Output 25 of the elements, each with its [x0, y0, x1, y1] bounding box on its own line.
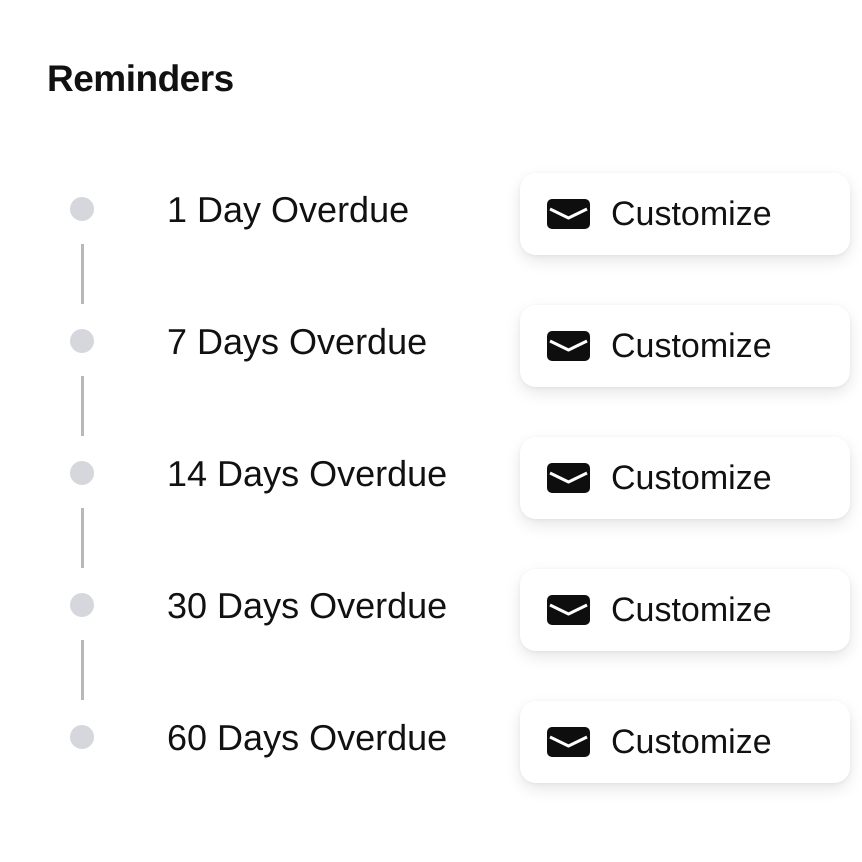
reminder-label: 7 Days Overdue	[166, 320, 428, 364]
timeline-connector	[80, 244, 84, 304]
customize-button[interactable]: Customize	[520, 305, 850, 387]
envelope-icon	[547, 331, 590, 361]
customize-button[interactable]: Customize	[520, 437, 850, 519]
reminder-label: 1 Day Overdue	[166, 188, 410, 232]
reminder-label: 60 Days Overdue	[166, 716, 448, 760]
timeline-dot	[70, 725, 94, 749]
reminder-label: 14 Days Overdue	[166, 452, 448, 496]
envelope-icon	[547, 727, 590, 757]
timeline-connector	[80, 508, 84, 568]
reminder-label: 30 Days Overdue	[166, 584, 448, 628]
timeline-dot	[70, 593, 94, 617]
customize-button[interactable]: Customize	[520, 173, 850, 255]
timeline-dot	[70, 197, 94, 221]
envelope-icon	[547, 595, 590, 625]
customize-button[interactable]: Customize	[520, 701, 850, 783]
envelope-icon	[547, 463, 590, 493]
timeline-connector	[80, 376, 84, 436]
customize-button[interactable]: Customize	[520, 569, 850, 651]
timeline-dot	[70, 461, 94, 485]
timeline-connector	[80, 640, 84, 700]
timeline-dot	[70, 329, 94, 353]
envelope-icon	[547, 199, 590, 229]
section-title: Reminders	[47, 57, 235, 101]
